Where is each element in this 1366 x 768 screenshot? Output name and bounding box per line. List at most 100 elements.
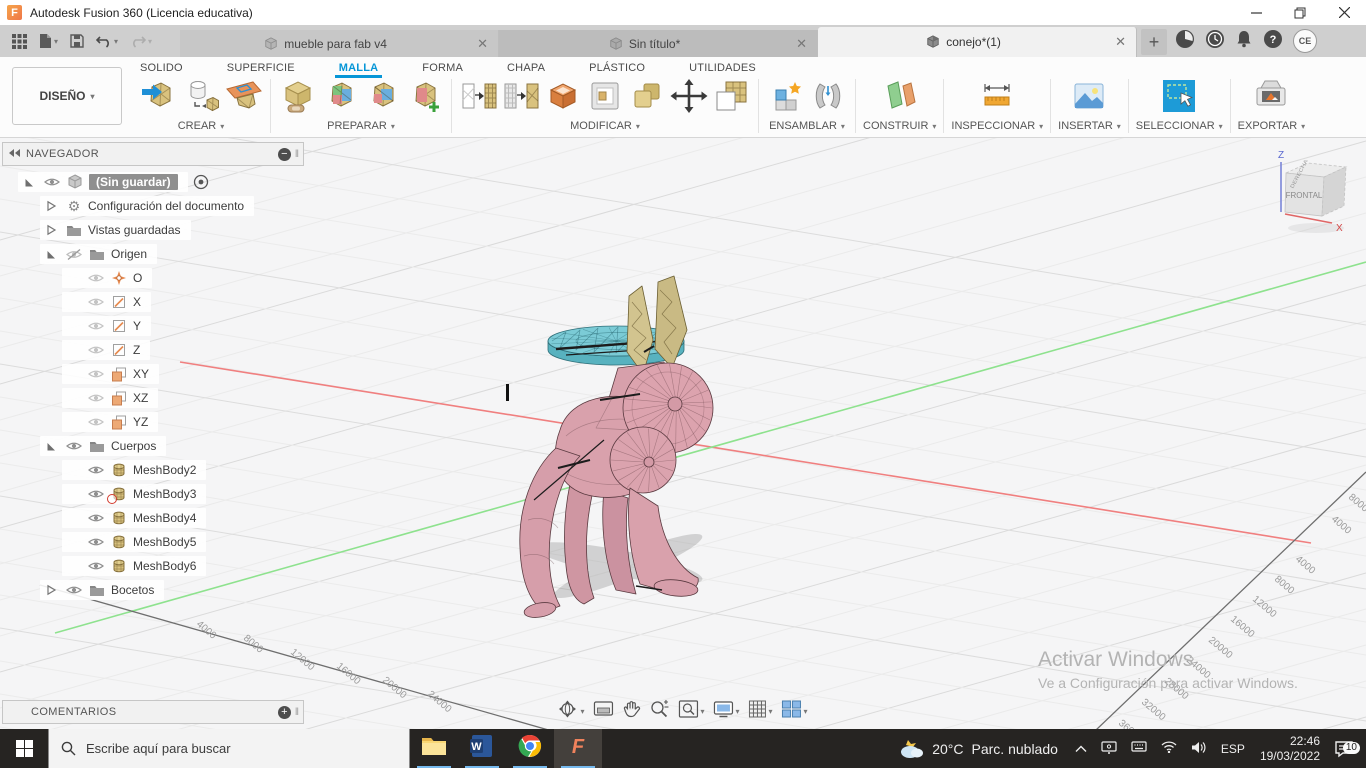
maximize-button[interactable] — [1278, 0, 1322, 25]
panel-grip-handle[interactable]: ‖ — [295, 707, 299, 718]
tree-row-o[interactable]: O — [2, 266, 312, 290]
comments-panel-header[interactable]: COMENTARIOS + ‖ — [2, 700, 304, 724]
ribbon-tab-utilidades[interactable]: UTILIDADES — [689, 62, 756, 74]
expander-open-icon[interactable] — [42, 246, 60, 262]
chrome-taskbar-button[interactable] — [506, 729, 554, 768]
tree-item-label[interactable]: Bocetos — [111, 583, 154, 597]
generate-facegroups-button[interactable] — [278, 78, 318, 118]
eye-icon[interactable] — [87, 486, 105, 502]
insert-mesh-button[interactable] — [139, 78, 179, 118]
eye-icon[interactable] — [65, 582, 83, 598]
expander-closed-icon[interactable] — [42, 198, 60, 214]
ribbon-tab-plástico[interactable]: PLÁSTICO — [589, 62, 645, 74]
look-at-button[interactable] — [593, 701, 613, 722]
eye-icon[interactable] — [87, 294, 105, 310]
facegroups-paint-button[interactable] — [320, 78, 360, 118]
close-icon[interactable]: ✕ — [1115, 34, 1126, 50]
eye-icon[interactable] — [87, 510, 105, 526]
ribbon-tab-solido[interactable]: SOLIDO — [140, 62, 183, 74]
eye-icon[interactable] — [87, 414, 105, 430]
tree-row-vistas-guardadas[interactable]: Vistas guardadas — [2, 218, 312, 242]
tree-row--sin-guardar-[interactable]: (Sin guardar) — [2, 170, 312, 194]
eye-off-icon[interactable] — [65, 246, 83, 262]
group-label[interactable]: MODIFICAR▾ — [570, 120, 640, 132]
tree-row-meshbody4[interactable]: MeshBody4 — [2, 506, 312, 530]
tree-item-label[interactable]: MeshBody2 — [133, 463, 196, 477]
eye-icon[interactable] — [87, 318, 105, 334]
eye-icon[interactable] — [87, 390, 105, 406]
new-tab-button[interactable]: + — [1141, 29, 1167, 55]
tree-item-label[interactable]: MeshBody3 — [133, 487, 196, 501]
fusion-taskbar-button[interactable]: F — [554, 729, 602, 768]
tree-row-cuerpos[interactable]: Cuerpos — [2, 434, 312, 458]
chevron-up-tray-button[interactable] — [1068, 742, 1094, 756]
wifi-tray-button[interactable] — [1154, 741, 1184, 756]
tree-item-label[interactable]: MeshBody4 — [133, 511, 196, 525]
eye-icon[interactable] — [87, 366, 105, 382]
facegroups-merge-button[interactable] — [362, 78, 402, 118]
tree-item-label[interactable]: Configuración del documento — [88, 199, 244, 213]
touch-keyboard-tray-button[interactable] — [1124, 741, 1154, 756]
tree-item-label[interactable]: O — [133, 271, 142, 285]
save-icon[interactable] — [66, 31, 88, 51]
tree-row-meshbody3[interactable]: MeshBody3 — [2, 482, 312, 506]
eye-icon[interactable] — [87, 558, 105, 574]
tree-item-label[interactable]: Vistas guardadas — [88, 223, 181, 237]
activate-target-icon[interactable] — [192, 174, 210, 190]
eye-icon[interactable] — [87, 270, 105, 286]
group-label[interactable]: CREAR▾ — [178, 120, 225, 132]
expander-open-icon[interactable] — [42, 438, 60, 454]
ribbon-tab-forma[interactable]: FORMA — [422, 62, 463, 74]
tree-row-bocetos[interactable]: Bocetos — [2, 578, 312, 602]
group-label[interactable]: CONSTRUIR▾ — [863, 120, 936, 132]
tree-row-meshbody5[interactable]: MeshBody5 — [2, 530, 312, 554]
eye-icon[interactable] — [87, 342, 105, 358]
avatar[interactable]: CE — [1293, 29, 1317, 53]
collapse-all-icon[interactable]: − — [278, 148, 291, 161]
eye-icon[interactable] — [87, 534, 105, 550]
viewports-button[interactable]: ▾ — [782, 700, 808, 723]
tree-row-meshbody6[interactable]: MeshBody6 — [2, 554, 312, 578]
remesh-button[interactable] — [459, 78, 499, 118]
ribbon-tab-chapa[interactable]: CHAPA — [507, 62, 545, 74]
taskbar-clock[interactable]: 22:46 19/03/2022 — [1252, 734, 1328, 764]
start-button[interactable] — [0, 729, 48, 768]
navigator-panel-header[interactable]: NAVEGADOR − ‖ — [2, 142, 304, 166]
file-explorer-taskbar-button[interactable] — [410, 729, 458, 768]
app-grid-icon[interactable] — [8, 31, 31, 52]
mesh-from-face-button[interactable] — [223, 78, 263, 118]
eye-icon[interactable] — [87, 462, 105, 478]
help-icon[interactable]: ? — [1263, 29, 1283, 54]
tree-row-yz[interactable]: YZ — [2, 410, 312, 434]
volume-tray-button[interactable] — [1184, 741, 1214, 757]
pan-button[interactable] — [622, 700, 640, 723]
move-button[interactable] — [669, 78, 709, 118]
zoom-button[interactable] — [649, 700, 669, 723]
weather-widget[interactable]: 20°C Parc. nublado — [888, 739, 1068, 759]
tree-item-label[interactable]: Cuerpos — [111, 439, 156, 453]
close-icon[interactable]: ✕ — [796, 36, 807, 52]
tree-row-origen[interactable]: Origen — [2, 242, 312, 266]
prism-edit-button[interactable] — [585, 78, 625, 118]
wireless-display-tray-button[interactable] — [1094, 741, 1124, 757]
select-window-button[interactable] — [1159, 78, 1199, 118]
group-label[interactable]: SELECCIONAR▾ — [1136, 120, 1223, 132]
group-label[interactable]: INSERTAR▾ — [1058, 120, 1121, 132]
action-center-button[interactable]: 10 — [1328, 740, 1366, 758]
tab-sin-titulo[interactable]: Sin título* ✕ — [499, 30, 818, 57]
add-comment-icon[interactable]: + — [278, 706, 291, 719]
tab-mueble-para-fab[interactable]: mueble para fab v4 ✕ — [180, 30, 499, 57]
tree-item-label[interactable]: MeshBody5 — [133, 535, 196, 549]
tree-item-label[interactable]: Origen — [111, 247, 147, 261]
group-label[interactable]: EXPORTAR▾ — [1238, 120, 1306, 132]
mesh-add-button[interactable] — [404, 78, 444, 118]
language-indicator[interactable]: ESP — [1214, 729, 1252, 768]
eye-icon[interactable] — [65, 438, 83, 454]
group-label[interactable]: INSPECCIONAR▾ — [951, 120, 1043, 132]
construction-plane-button[interactable] — [880, 78, 920, 118]
erase-fill-button[interactable] — [711, 78, 751, 118]
tree-item-label[interactable]: (Sin guardar) — [89, 174, 178, 190]
file-menu-icon[interactable]: ▾ — [35, 30, 62, 52]
tree-row-meshbody2[interactable]: MeshBody2 — [2, 458, 312, 482]
create-mesh-button[interactable] — [181, 78, 221, 118]
